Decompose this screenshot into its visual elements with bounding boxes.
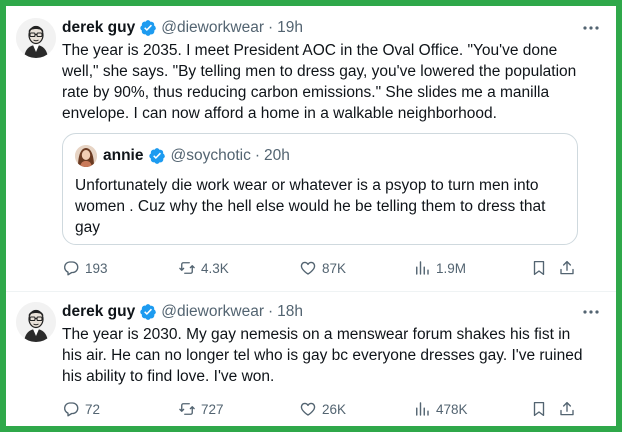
- bookmark-icon: [533, 401, 545, 417]
- action-bar: 193 4.3K 87K 1.9M: [62, 256, 600, 280]
- author-handle[interactable]: @soychotic: [170, 147, 250, 165]
- tweet[interactable]: derek guy @dieworkwear · 19h The year is…: [6, 6, 616, 292]
- separator-dot: ·: [254, 147, 261, 164]
- quoted-tweet[interactable]: annie @soychotic · 20h Unfortunately die…: [62, 133, 578, 245]
- quoted-tweet-text: Unfortunately die work wear or whatever …: [75, 177, 546, 236]
- reply-icon: [64, 261, 79, 276]
- bookmark-icon: [533, 260, 545, 276]
- repost-icon: [179, 262, 195, 274]
- tweet-text: The year is 2030. My gay nemesis on a me…: [62, 326, 583, 385]
- like-count: 26K: [322, 401, 347, 417]
- views-button[interactable]: 1.9M: [413, 256, 466, 280]
- timestamp[interactable]: 18h: [277, 303, 303, 321]
- share-button[interactable]: [558, 397, 576, 421]
- author-name[interactable]: annie: [103, 147, 143, 165]
- repost-count: 727: [201, 401, 224, 417]
- repost-icon: [179, 403, 195, 415]
- timestamp[interactable]: 20h: [264, 147, 290, 165]
- views-count: 1.9M: [436, 260, 467, 276]
- reply-button[interactable]: 72: [62, 397, 100, 421]
- like-count: 87K: [322, 260, 347, 276]
- timeline-frame: derek guy @dieworkwear · 19h The year is…: [6, 6, 616, 426]
- separator-dot: ·: [267, 303, 274, 320]
- avatar[interactable]: [16, 18, 56, 58]
- repost-count: 4.3K: [201, 260, 229, 276]
- like-icon: [300, 402, 316, 416]
- verified-badge-icon: [148, 147, 166, 165]
- bookmark-button[interactable]: [530, 397, 548, 421]
- avatar[interactable]: [75, 145, 97, 167]
- avatar[interactable]: [16, 302, 56, 342]
- views-button[interactable]: 478K: [413, 397, 468, 421]
- repost-button[interactable]: 727: [178, 397, 224, 421]
- more-horizontal-icon[interactable]: [580, 301, 602, 323]
- reply-button[interactable]: 193: [62, 256, 108, 280]
- like-button[interactable]: 26K: [299, 397, 346, 421]
- author-handle[interactable]: @dieworkwear: [161, 303, 264, 321]
- share-icon: [560, 401, 574, 416]
- reply-count: 193: [85, 260, 108, 276]
- like-button[interactable]: 87K: [299, 256, 346, 280]
- tweet-text: The year is 2035. I meet President AOC i…: [62, 42, 577, 122]
- timestamp[interactable]: 19h: [277, 19, 303, 37]
- verified-badge-icon: [139, 303, 157, 321]
- separator-dot: ·: [267, 19, 274, 36]
- bookmark-button[interactable]: [530, 256, 548, 280]
- tweet-header: derek guy @dieworkwear · 19h: [62, 17, 303, 39]
- share-icon: [560, 260, 574, 275]
- repost-button[interactable]: 4.3K: [178, 256, 229, 280]
- more-horizontal-icon[interactable]: [580, 17, 602, 39]
- verified-badge-icon: [139, 19, 157, 37]
- author-handle[interactable]: @dieworkwear: [161, 19, 264, 37]
- reply-icon: [64, 402, 79, 417]
- like-icon: [300, 261, 316, 275]
- quoted-tweet-header: annie @soychotic · 20h: [103, 145, 290, 167]
- action-bar: 72 727 26K 478K: [62, 397, 600, 421]
- reply-count: 72: [85, 401, 101, 417]
- views-icon: [416, 402, 429, 416]
- tweet-header: derek guy @dieworkwear · 18h: [62, 301, 303, 323]
- author-name[interactable]: derek guy: [62, 19, 135, 37]
- author-name[interactable]: derek guy: [62, 303, 135, 321]
- share-button[interactable]: [558, 256, 576, 280]
- tweet[interactable]: derek guy @dieworkwear · 18h The year is…: [6, 292, 616, 426]
- views-icon: [416, 261, 429, 275]
- views-count: 478K: [436, 401, 468, 417]
